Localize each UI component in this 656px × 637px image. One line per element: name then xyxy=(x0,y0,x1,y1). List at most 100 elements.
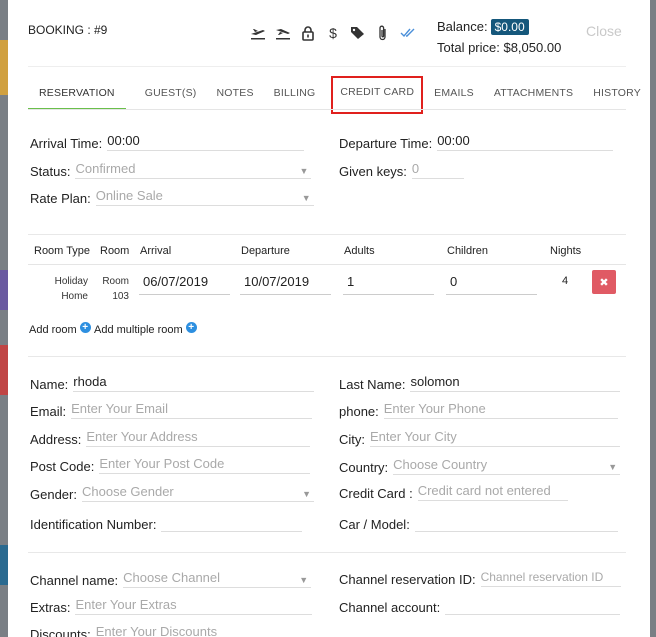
room-type-line: Home xyxy=(61,291,88,302)
credit-card-field: Credit Card : Credit card not entered xyxy=(339,481,568,501)
booking-toolbar: $ xyxy=(248,23,418,43)
dollar-icon[interactable]: $ xyxy=(323,23,343,43)
tab-emails[interactable]: EMAILS xyxy=(434,80,474,110)
channel-account-field: Channel account: xyxy=(339,594,621,615)
given-keys-label: Given keys: xyxy=(339,164,407,179)
adults-input[interactable]: 1 xyxy=(343,274,434,295)
phone-input[interactable]: Enter Your Phone xyxy=(383,398,618,419)
country-select[interactable]: Choose Country ▼ xyxy=(393,454,621,475)
channel-name-label: Channel name: xyxy=(30,573,119,588)
tab-guests[interactable]: GUEST(S) xyxy=(145,80,197,110)
last-name-input[interactable]: solomon xyxy=(410,371,621,392)
divider xyxy=(28,66,626,67)
room-type-line: Holiday xyxy=(54,276,88,287)
channel-name-value: Choose Channel xyxy=(123,570,221,585)
background-stripe xyxy=(0,345,8,395)
column-header-departure: Departure xyxy=(241,245,290,257)
delete-room-button[interactable]: ✖ xyxy=(592,270,616,294)
address-input[interactable]: Enter Your Address xyxy=(86,426,311,447)
background-left xyxy=(0,0,8,637)
background-stripe xyxy=(0,40,8,95)
tab-notes[interactable]: NOTES xyxy=(217,80,254,110)
channel-name-field: Channel name: Choose Channel ▼ xyxy=(30,567,312,588)
post-code-label: Post Code: xyxy=(30,459,95,474)
gender-select[interactable]: Choose Gender ▼ xyxy=(81,481,314,502)
extras-input[interactable]: Enter Your Extras xyxy=(75,594,313,615)
phone-field: phone: Enter Your Phone xyxy=(339,399,618,419)
tab-billing[interactable]: BILLING xyxy=(274,80,316,110)
rate-plan-select[interactable]: Online Sale ▼ xyxy=(95,185,314,206)
tab-history[interactable]: HISTORY xyxy=(593,80,641,110)
column-header-nights: Nights xyxy=(550,245,582,257)
email-label: Email: xyxy=(30,404,67,419)
background-stripe xyxy=(0,270,8,310)
check-out-icon[interactable] xyxy=(273,23,293,43)
city-field: City: Enter Your City xyxy=(339,427,620,447)
paperclip-icon[interactable] xyxy=(373,23,393,43)
add-multiple-room-link[interactable]: Add multiple room + xyxy=(94,321,197,336)
channel-reservation-id-input[interactable]: Channel reservation ID xyxy=(480,566,621,587)
rate-plan-value: Online Sale xyxy=(95,188,163,203)
name-input[interactable]: rhoda xyxy=(73,371,315,392)
car-model-input[interactable] xyxy=(414,511,618,532)
tab-attachments[interactable]: ATTACHMENTS xyxy=(494,80,573,110)
status-select[interactable]: Confirmed ▼ xyxy=(75,158,312,179)
column-header-room: Room xyxy=(100,245,130,257)
gender-field: Gender: Choose Gender ▼ xyxy=(30,482,314,502)
arrival-time-input[interactable]: 00:00 xyxy=(107,130,305,151)
chevron-down-icon: ▼ xyxy=(301,193,311,203)
status-label: Status: xyxy=(30,164,71,179)
room-line: Room xyxy=(102,276,129,287)
chevron-down-icon: ▼ xyxy=(299,575,309,585)
channel-account-label: Channel account: xyxy=(339,600,441,615)
room-line: 103 xyxy=(112,291,129,302)
extras-field: Extras: Enter Your Extras xyxy=(30,594,313,615)
tags-icon[interactable] xyxy=(348,23,368,43)
identification-number-field: Identification Number: xyxy=(30,511,303,532)
channel-reservation-id-field: Channel reservation ID: Channel reservat… xyxy=(339,567,621,587)
arrival-date-input[interactable]: 06/07/2019 xyxy=(139,274,230,295)
departure-date-input[interactable]: 10/07/2019 xyxy=(240,274,331,295)
name-field: Name: rhoda xyxy=(30,371,315,392)
tab-reservation[interactable]: RESERVATION xyxy=(28,80,126,110)
departure-time-label: Departure Time: xyxy=(339,136,433,151)
discounts-input[interactable]: Enter Your Discounts xyxy=(96,621,312,637)
lock-icon[interactable] xyxy=(298,23,318,43)
add-room-link[interactable]: Add room + xyxy=(29,321,91,336)
channel-account-input[interactable] xyxy=(445,594,621,615)
column-header-arrival: Arrival xyxy=(140,245,172,257)
post-code-input[interactable]: Enter Your Post Code xyxy=(99,453,311,474)
email-input[interactable]: Enter Your Email xyxy=(71,398,313,419)
city-input[interactable]: Enter Your City xyxy=(370,426,620,447)
column-header-adults: Adults xyxy=(344,245,375,257)
city-label: City: xyxy=(339,432,365,447)
channel-name-select[interactable]: Choose Channel ▼ xyxy=(123,567,312,588)
rate-plan-field: Rate Plan: Online Sale ▼ xyxy=(30,186,314,206)
credit-card-label: Credit Card : xyxy=(339,486,413,501)
discounts-field: Discounts: Enter Your Discounts xyxy=(30,622,312,637)
room-cell: Room 103 xyxy=(94,274,129,304)
close-button[interactable]: Close xyxy=(586,23,622,39)
last-name-label: Last Name: xyxy=(339,377,406,392)
extras-label: Extras: xyxy=(30,600,71,615)
tab-credit-card[interactable]: CREDIT CARD xyxy=(331,76,424,114)
given-keys-field: Given keys: 0 xyxy=(339,159,464,179)
channel-reservation-id-label: Channel reservation ID: xyxy=(339,572,476,587)
chevron-down-icon: ▼ xyxy=(608,462,618,472)
car-model-label: Car / Model: xyxy=(339,517,410,532)
check-in-icon[interactable] xyxy=(248,23,268,43)
background-right xyxy=(650,0,656,637)
plus-icon: + xyxy=(79,321,91,333)
children-input[interactable]: 0 xyxy=(446,274,537,295)
departure-time-input[interactable]: 00:00 xyxy=(437,130,614,151)
double-check-icon[interactable] xyxy=(398,23,418,43)
given-keys-input[interactable]: 0 xyxy=(411,158,464,179)
divider xyxy=(28,552,626,553)
background-stripe xyxy=(0,545,8,585)
arrival-time-label: Arrival Time: xyxy=(30,136,103,151)
identification-number-label: Identification Number: xyxy=(30,517,157,532)
plus-icon: + xyxy=(185,321,197,333)
chevron-down-icon: ▼ xyxy=(302,489,311,499)
departure-time-field: Departure Time: 00:00 xyxy=(339,130,614,151)
identification-number-input[interactable] xyxy=(161,511,303,532)
